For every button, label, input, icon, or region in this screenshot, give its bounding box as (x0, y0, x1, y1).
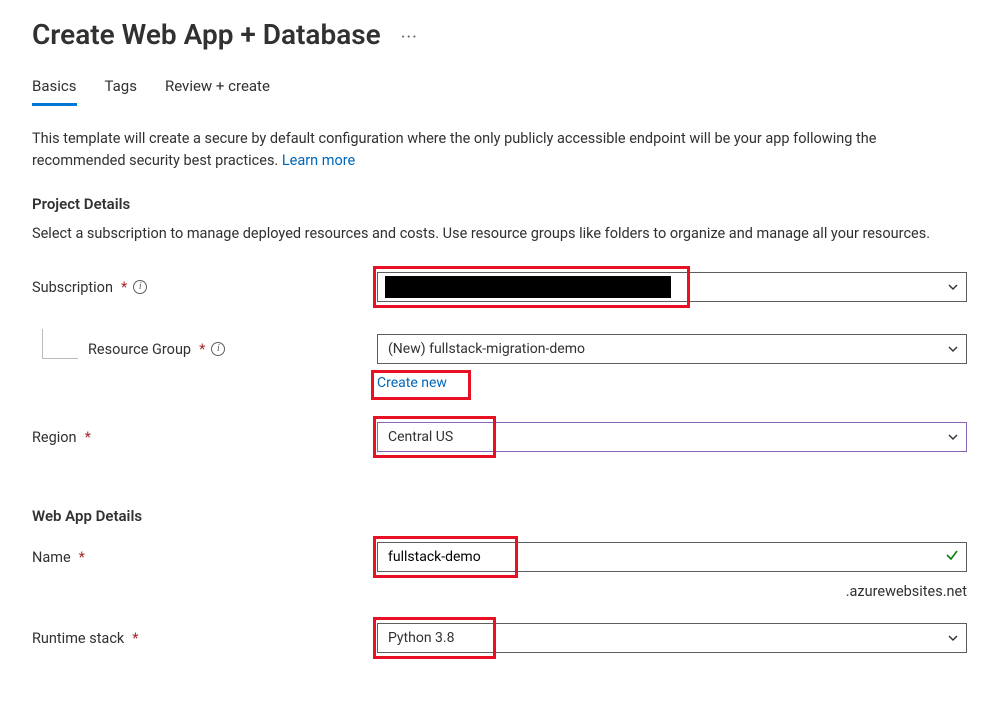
required-indicator: * (121, 279, 127, 296)
required-indicator: * (199, 341, 205, 358)
runtime-stack-select[interactable]: Python 3.8 (377, 623, 967, 653)
learn-more-link[interactable]: Learn more (282, 152, 355, 169)
info-icon[interactable]: i (133, 280, 147, 294)
more-icon[interactable]: ··· (401, 27, 418, 48)
name-input[interactable] (377, 542, 967, 572)
domain-suffix: .azurewebsites.net (377, 583, 967, 600)
webapp-details-heading: Web App Details (32, 507, 967, 525)
region-label: Region * (32, 429, 377, 446)
resource-group-select[interactable]: (New) fullstack-migration-demo (377, 334, 967, 364)
project-details-description: Select a subscription to manage deployed… (32, 223, 967, 245)
region-select[interactable]: Central US (377, 422, 967, 452)
region-label-text: Region (32, 429, 77, 446)
project-details-heading: Project Details (32, 195, 967, 213)
resource-group-value: (New) fullstack-migration-demo (388, 341, 585, 357)
required-indicator: * (132, 630, 138, 647)
intro-body: This template will create a secure by de… (32, 130, 876, 169)
required-indicator: * (85, 429, 91, 446)
required-indicator: * (79, 549, 85, 566)
intro-text: This template will create a secure by de… (32, 128, 967, 173)
region-value: Central US (388, 429, 453, 445)
tab-basics[interactable]: Basics (32, 77, 77, 106)
subscription-label-text: Subscription (32, 279, 113, 296)
tab-tags[interactable]: Tags (105, 77, 137, 106)
name-label: Name * (32, 549, 377, 566)
runtime-label-text: Runtime stack (32, 630, 124, 647)
info-icon[interactable]: i (211, 342, 225, 356)
tab-bar: Basics Tags Review + create (32, 77, 967, 106)
create-new-link[interactable]: Create new (377, 375, 447, 391)
page-title: Create Web App + Database (32, 18, 381, 51)
tree-connector-icon (42, 329, 78, 359)
check-icon (945, 548, 959, 566)
resource-group-label-text: Resource Group (88, 341, 191, 358)
runtime-value: Python 3.8 (388, 630, 454, 646)
subscription-label: Subscription * i (32, 279, 377, 296)
redacted-value (385, 276, 671, 298)
tab-review-create[interactable]: Review + create (165, 77, 270, 106)
name-label-text: Name (32, 549, 71, 566)
runtime-stack-label: Runtime stack * (32, 630, 377, 647)
resource-group-label: Resource Group * i (32, 341, 377, 358)
